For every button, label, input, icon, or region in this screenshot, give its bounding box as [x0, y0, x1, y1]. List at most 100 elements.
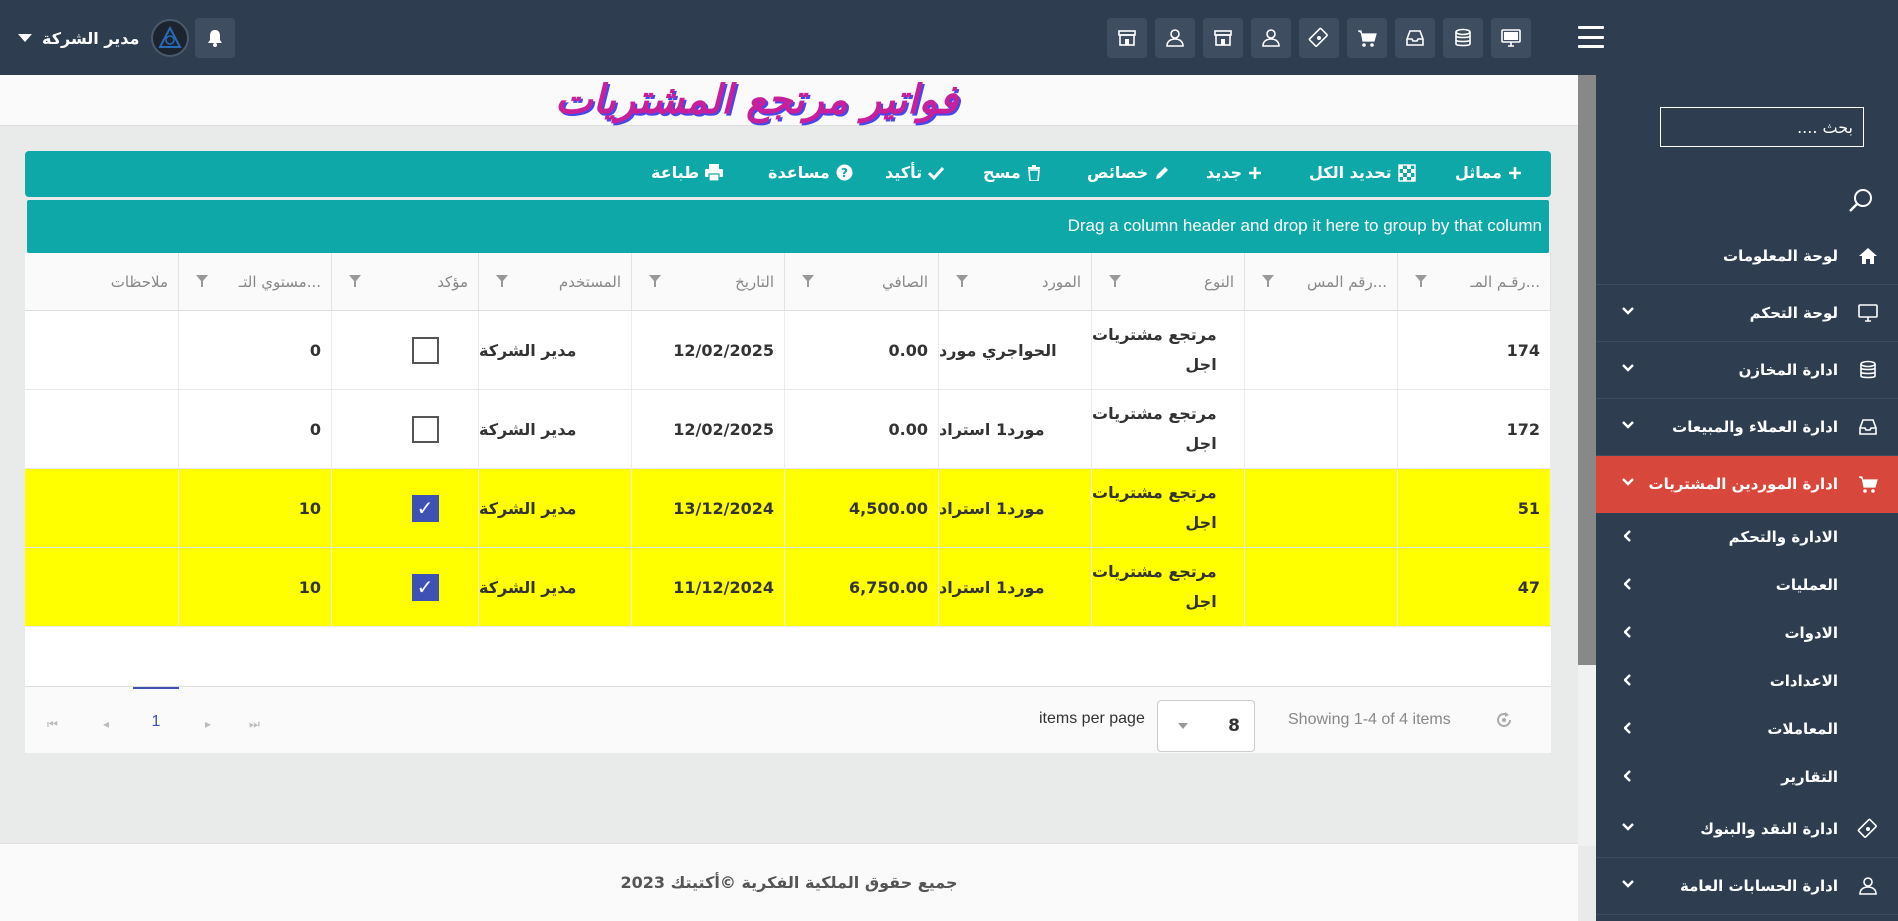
sidebar-subitem-5[interactable]: التقارير: [1596, 753, 1898, 801]
col-supplier-header[interactable]: المورد: [939, 253, 1092, 311]
avatar[interactable]: [151, 19, 190, 57]
confirmed-checkbox[interactable]: ✓: [411, 494, 439, 522]
table-row[interactable]: 172 مرتجع مشتريات اجل مورد1 استراد 0.00 12/0…: [25, 390, 1551, 469]
group-panel[interactable]: Drag a column header and drop it here to…: [27, 200, 1549, 253]
sidebar-subitem-4[interactable]: المعاملات: [1596, 705, 1898, 753]
col-confirmed-header[interactable]: مؤكد: [332, 253, 479, 311]
sidebar-item-0[interactable]: لوحة المعلومات: [1596, 228, 1898, 285]
col-supplier-cell: الحواجري مورد: [939, 311, 1092, 389]
col-user-cell: مدير الشركة: [479, 548, 632, 626]
page-number[interactable]: 1: [133, 687, 179, 754]
sidebar-subitem-1[interactable]: العمليات: [1596, 561, 1898, 609]
col-notes-cell: [25, 469, 179, 547]
menu-toggle-button[interactable]: [1578, 26, 1604, 48]
col-level-cell: 0: [179, 311, 332, 389]
col-ref-no-header[interactable]: رقم المس...: [1245, 253, 1398, 311]
prev-page-icon[interactable]: ◂: [103, 717, 109, 731]
sidebar-subitem-3[interactable]: الاعدادات: [1596, 657, 1898, 705]
store-icon[interactable]: [1203, 18, 1243, 58]
delete-button[interactable]: مسح: [983, 163, 1041, 182]
col-confirmed-cell: ✓: [332, 548, 479, 626]
refresh-icon[interactable]: [1495, 711, 1513, 729]
next-page-icon[interactable]: ▸: [205, 717, 211, 731]
page-header: فواتير مرتجع المشتريات: [0, 75, 1578, 126]
home-icon: [1838, 245, 1898, 267]
col-invoice-no-header[interactable]: رقـم المـ...: [1398, 253, 1551, 311]
col-net-header[interactable]: الصافي: [785, 253, 939, 311]
sidebar-subitem-label: الادوات: [1784, 624, 1838, 642]
col-level-cell: 10: [179, 469, 332, 547]
sidebar-subitem-label: التقارير: [1781, 768, 1838, 786]
sidebar-item-1[interactable]: لوحة التحكم: [1596, 285, 1898, 342]
confirmed-checkbox[interactable]: ✓: [411, 573, 439, 601]
invoices-grid: رقـم المـ... رقم المس... النوع المورد الصافي…: [25, 253, 1551, 753]
store-icon[interactable]: [1107, 18, 1147, 58]
checkerboard-icon: [1397, 163, 1416, 182]
filter-icon[interactable]: [1261, 274, 1275, 288]
print-button[interactable]: طباعة: [651, 163, 724, 182]
chevron-down-icon: [1622, 823, 1634, 831]
sidebar-item-4[interactable]: ادارة الموردين المشتريات: [1596, 456, 1898, 513]
first-page-icon[interactable]: ⏮: [47, 717, 58, 732]
search-icon[interactable]: [1848, 187, 1874, 213]
user-icon: [1838, 875, 1898, 897]
filter-icon[interactable]: [1414, 274, 1428, 288]
col-user-header[interactable]: المستخدم: [479, 253, 632, 311]
filter-icon[interactable]: [195, 274, 209, 288]
col-net-cell: 6,750.00: [785, 548, 939, 626]
col-date-cell: 12/02/2025: [632, 390, 785, 468]
search-input[interactable]: [1660, 107, 1864, 147]
help-button[interactable]: ? مساعدة: [768, 163, 853, 182]
money-icon[interactable]: [1299, 18, 1339, 58]
filter-icon[interactable]: [955, 274, 969, 288]
properties-button[interactable]: خصائص: [1087, 163, 1170, 182]
user-icon[interactable]: [1155, 18, 1195, 58]
filter-icon[interactable]: [348, 274, 362, 288]
column-header-label: التاريخ: [735, 273, 774, 291]
new-button[interactable]: جديد: [1206, 163, 1262, 182]
col-notes-header[interactable]: ملاحظات: [25, 253, 179, 311]
sidebar-item-6[interactable]: ادارة الحسابات العامة: [1596, 858, 1898, 915]
chevron-down-icon[interactable]: [18, 34, 32, 42]
cart-icon[interactable]: [1347, 18, 1387, 58]
user-icon[interactable]: [1251, 18, 1291, 58]
last-page-icon[interactable]: ⏭: [249, 717, 260, 732]
group-hint: Drag a column header and drop it here to…: [1067, 216, 1542, 235]
copyright-text: جميع حقوق الملكية الفكرية ©أكتيتك 2023: [620, 873, 958, 892]
user-menu[interactable]: مدير الشركة: [18, 18, 236, 58]
sidebar-subitem-2[interactable]: الادوات: [1596, 609, 1898, 657]
top-bar: مدير الشركة: [0, 0, 1898, 75]
chevron-down-icon: [1622, 880, 1634, 888]
confirmed-checkbox[interactable]: [411, 415, 439, 443]
inbox-icon[interactable]: [1395, 18, 1435, 58]
filter-icon[interactable]: [648, 274, 662, 288]
table-row[interactable]: 174 مرتجع مشتريات اجل الحواجري مورد 0.00 12/…: [25, 311, 1551, 390]
monitor-icon[interactable]: [1491, 18, 1531, 58]
filter-icon[interactable]: [801, 274, 815, 288]
notifications-button[interactable]: [195, 18, 236, 58]
filter-icon[interactable]: [1108, 274, 1122, 288]
user-name[interactable]: مدير الشركة: [42, 29, 139, 48]
col-type-header[interactable]: النوع: [1092, 253, 1245, 311]
confirm-button[interactable]: تأكيد: [885, 163, 945, 182]
scrollbar-thumb[interactable]: [1578, 75, 1596, 665]
filter-icon[interactable]: [495, 274, 509, 288]
items-per-page-select[interactable]: 8: [1157, 700, 1255, 752]
database-icon[interactable]: [1443, 18, 1483, 58]
col-level-header[interactable]: مستوي التـ...: [179, 253, 332, 311]
confirmed-checkbox[interactable]: [411, 336, 439, 364]
sidebar-item-5[interactable]: ادارة النقد والبنوك: [1596, 801, 1898, 858]
inbox-icon: [1838, 416, 1898, 438]
sidebar-item-label: لوحة المعلومات: [1723, 247, 1838, 265]
select-all-button[interactable]: تحديد الكل: [1309, 163, 1416, 182]
chevron-down-icon: [1622, 307, 1634, 315]
table-row[interactable]: 51 مرتجع مشتريات اجل مورد1 استراد 4,500.00 1…: [25, 469, 1551, 548]
col-date-header[interactable]: التاريخ: [632, 253, 785, 311]
table-row[interactable]: 47 مرتجع مشتريات اجل مورد1 استراد 6,750.00 1…: [25, 548, 1551, 627]
sidebar-item-3[interactable]: ادارة العملاء والمبيعات: [1596, 399, 1898, 456]
chevron-down-icon[interactable]: [1178, 723, 1188, 729]
col-confirmed-cell: [332, 311, 479, 389]
similar-button[interactable]: مماثل: [1455, 163, 1522, 182]
sidebar-subitem-0[interactable]: الادارة والتحكم: [1596, 513, 1898, 561]
sidebar-item-2[interactable]: ادارة المخازن: [1596, 342, 1898, 399]
